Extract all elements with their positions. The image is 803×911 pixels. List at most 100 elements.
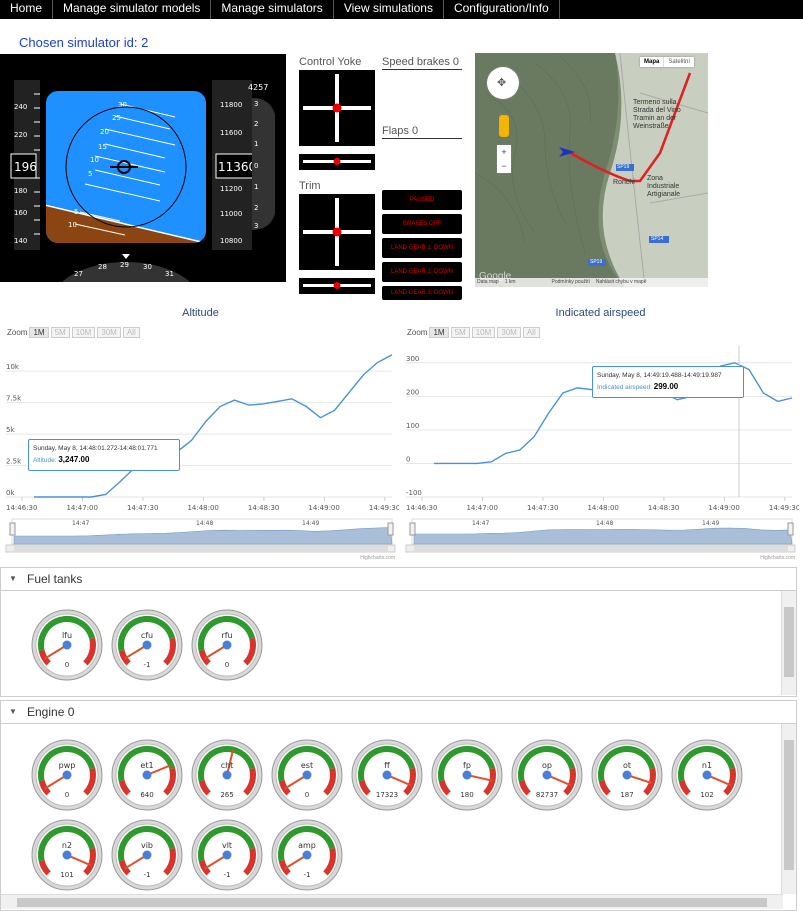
svg-text:29: 29 [120,261,129,269]
x-tick-label: 14:49:00 [708,504,739,512]
fuel-tanks-panel: lfu 0 cfu -1 rfu 0 [0,591,797,697]
y-tick-label: 200 [406,388,419,396]
gauge-ff: ff 17323 [351,739,423,811]
altitude-plot[interactable]: 0k 2.5k 5k 7.5k 10k 14:46:30 14:47:00 14:47:30 1… [2,300,399,564]
altitude-top-readout: 4257 [248,83,268,92]
navigator-label: 14:49 [702,520,719,527]
navigator-handle [409,522,416,536]
pitch-label: 15 [98,143,107,151]
y-tick-label: 2.5k [6,458,22,466]
nav-view-simulations[interactable]: View simulations [334,0,444,19]
gauge-label: est [301,761,313,770]
zoom-in-button[interactable]: + [497,145,511,159]
vertical-scrollbar[interactable] [781,591,796,695]
navigator-handle [9,522,16,536]
gauge-pwp: pwp 0 [31,739,103,811]
map-type-satellite-button[interactable]: Satelitní [663,57,695,67]
navigator-label: 14:47 [472,520,489,527]
flaps-label: Flaps 0 [382,125,419,137]
pitch-label: 5 [88,170,92,178]
map-type-map-button[interactable]: Mapa [640,57,664,67]
navigator-scrollbar-thumb [14,546,388,551]
airspeed-plot[interactable]: -100 0 100 200 300 14:46:30 14:47:00 14:47:30 14… [402,300,799,564]
paused-indicator: PAUSED [382,190,462,210]
gauge-value: -1 [144,661,151,669]
engine-header[interactable]: ▼ Engine 0 [0,700,797,724]
map-place-label: Termeno sulla Strada del Vino Tramin an … [633,99,681,130]
gauge-value: 187 [620,791,633,799]
navigator-scrollbar-thumb [414,546,788,551]
map-scale: 1 km [504,279,516,285]
svg-text:3: 3 [254,100,258,108]
top-nav: Home Manage simulator models Manage simu… [0,0,803,19]
altitude-chart: Altitude Zoom 1M 5M 10M 30M All 0k 2.5k 5k… [2,300,399,564]
y-tick-label: 0k [6,489,15,497]
gauge-value: -1 [224,871,231,879]
altitude-tick: 10800 [220,237,242,245]
gauge-op: op 82737 [511,739,583,811]
land-gear-1-indicator: LAND GEAR 1: DOWN [382,238,462,258]
gauge-value: 0 [305,791,309,799]
highcharts-credit[interactable]: Highcharts.com [360,555,395,561]
map-pan-control[interactable]: ✥ [487,67,519,99]
x-tick-label: 14:49:30 [369,504,399,512]
gauge-label: pwp [59,761,76,770]
map-report-link[interactable]: Nahlásit chybu v mapě [596,278,647,287]
gauge-value: 102 [700,791,713,799]
gauge-value: -1 [144,871,151,879]
chart-tooltip: Sunday, May 8, 14:49:19.488-14:49:19.987… [592,366,744,398]
highcharts-credit[interactable]: Highcharts.com [760,555,795,561]
nav-manage-simulators[interactable]: Manage simulators [211,0,334,19]
gauge-lfu: lfu 0 [31,609,103,681]
nav-manage-simulator-models[interactable]: Manage simulator models [53,0,212,19]
altitude-readout: 11360 [218,160,256,174]
series-line [34,354,393,498]
svg-text:2: 2 [254,204,258,212]
x-tick-label: 14:48:00 [587,504,618,512]
altitude-tick: 11200 [220,185,242,193]
gauge-amp: amp -1 [271,819,343,891]
fuel-tanks-header[interactable]: ▼ Fuel tanks [0,567,797,591]
y-tick-label: 10k [6,363,20,371]
x-tick-label: 14:48:30 [648,504,679,512]
map-terms-link[interactable]: Podmínky použití [552,278,590,287]
gauge-label: ot [623,761,631,770]
speed-tick: 240 [14,103,27,111]
navigator-label: 14:49 [302,520,319,527]
street-view-pegman-icon[interactable] [499,115,509,137]
map-view[interactable]: ✥ + − Mapa Satelitní Termeno sulla Strad… [475,53,708,287]
trim-indicator [299,194,375,270]
map-data-link[interactable]: Data map [477,278,499,287]
trim-label: Trim [299,180,321,192]
gauge-label: et1 [140,761,153,770]
nav-home[interactable]: Home [0,0,54,19]
gauge-label: fp [463,761,471,770]
gauge-label: n2 [62,841,72,850]
svg-text:0: 0 [254,162,258,170]
svg-text:1: 1 [254,183,258,191]
speed-tick: 180 [14,187,27,195]
y-tick-label: 7.5k [6,395,22,403]
pitch-label: 25 [112,114,121,122]
gauge-est: est 0 [271,739,343,811]
svg-text:28: 28 [98,263,107,271]
gauge-label: vib [141,841,153,850]
gauge-value: 17323 [376,791,398,799]
chart-tooltip: Sunday, May 8, 14:48:01.272-14:48:01.771… [28,439,180,471]
pitch-label: 20 [100,128,109,136]
road-label: SP14 [651,236,664,242]
attitude-indicator: 30 25 20 15 10 5 5 10 [46,91,206,243]
gauge-value: 82737 [536,791,558,799]
nav-configuration-info[interactable]: Configuration/Info [444,0,560,19]
map-zoom-control: + − [497,145,511,173]
vertical-scrollbar[interactable] [781,724,796,894]
navigator-label: 14:47 [72,520,89,527]
zoom-out-button[interactable]: − [497,159,511,173]
horizontal-scrollbar[interactable] [1,894,783,909]
navigator-handle [787,522,794,536]
gauge-value: 0 [65,791,69,799]
svg-text:30: 30 [143,263,152,271]
map-place-label: Ronchi [613,179,635,186]
x-tick-label: 14:46:30 [406,504,437,512]
gauge-value: 101 [60,871,73,879]
